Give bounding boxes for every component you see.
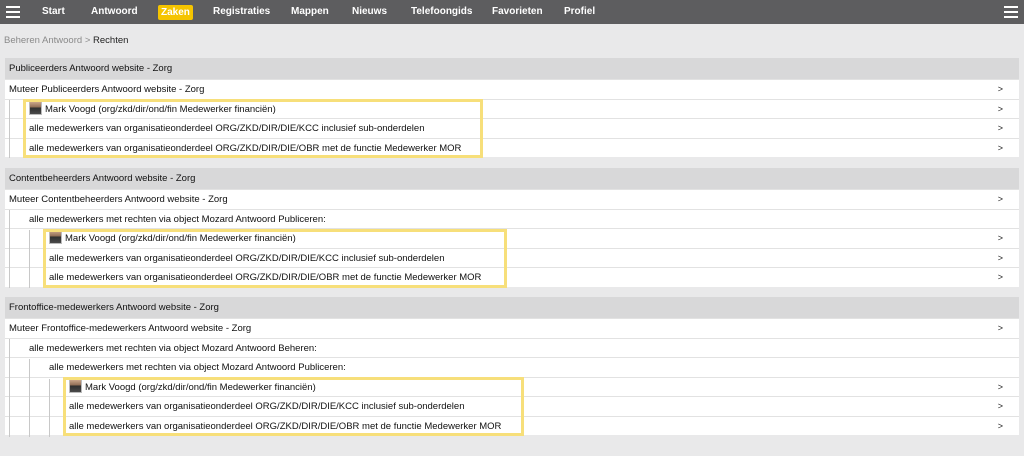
- person-row[interactable]: Mark Voogd (org/zkd/dir/ond/fin Medewerk…: [5, 228, 1019, 248]
- org-unit-kcc-row[interactable]: alle medewerkers van organisatieonderdee…: [5, 396, 1019, 416]
- mutate-label: Muteer Publiceerders Antwoord website - …: [9, 84, 205, 95]
- inherited-rights-publiceren-row: alle medewerkers met rechten via object …: [5, 357, 1019, 377]
- tree-guide-line: [29, 230, 30, 288]
- org-unit-obr-label: alle medewerkers van organisatieonderdee…: [69, 420, 502, 432]
- mutate-label: Muteer Frontoffice-medewerkers Antwoord …: [9, 323, 252, 334]
- mutate-label: Muteer Contentbeheerders Antwoord websit…: [9, 194, 228, 205]
- breadcrumb-parent-link[interactable]: Beheren Antwoord: [4, 35, 82, 46]
- chevron-right-icon: >: [997, 272, 1003, 282]
- person-label: Mark Voogd (org/zkd/dir/ond/fin Medewerk…: [65, 233, 296, 244]
- mutate-row[interactable]: Muteer Frontoffice-medewerkers Antwoord …: [5, 318, 1019, 338]
- breadcrumb: Beheren Antwoord > Rechten: [4, 35, 128, 46]
- tree-guide-line: [9, 100, 10, 158]
- user-menu-icon[interactable]: [1004, 6, 1018, 18]
- chevron-right-icon: >: [997, 194, 1003, 204]
- top-navigation-bar: Start Antwoord Zaken Registraties Mappen…: [0, 0, 1024, 24]
- nav-item-profiel[interactable]: Profiel: [564, 0, 595, 24]
- person-row[interactable]: Mark Voogd (org/zkd/dir/ond/fin Medewerk…: [5, 98, 1019, 119]
- chevron-right-icon: >: [997, 103, 1003, 114]
- inherited-rights-label: alle medewerkers met rechten via object …: [29, 342, 317, 354]
- section-frontoffice-medewerkers: Frontoffice-medewerkers Antwoord website…: [5, 297, 1019, 437]
- person-row[interactable]: Mark Voogd (org/zkd/dir/ond/fin Medewerk…: [5, 376, 1019, 397]
- mutate-row[interactable]: Muteer Publiceerders Antwoord website - …: [5, 79, 1019, 99]
- chevron-right-icon: >: [997, 84, 1003, 94]
- org-unit-obr-row[interactable]: alle medewerkers van organisatieonderdee…: [5, 267, 1019, 287]
- section-title: Publiceerders Antwoord website - Zorg: [5, 58, 1019, 79]
- chevron-right-icon: >: [997, 233, 1003, 243]
- chevron-right-icon: >: [997, 123, 1003, 133]
- tree-guide-line: [9, 339, 10, 437]
- section-title: Contentbeheerders Antwoord website - Zor…: [5, 168, 1019, 189]
- tree-guide-line: [49, 379, 50, 437]
- org-unit-obr-label: alle medewerkers van organisatieonderdee…: [29, 142, 462, 154]
- chevron-right-icon: >: [997, 381, 1003, 392]
- chevron-right-icon: >: [997, 323, 1003, 333]
- avatar: [29, 100, 42, 115]
- mutate-row[interactable]: Muteer Contentbeheerders Antwoord websit…: [5, 189, 1019, 209]
- tree-guide-line: [29, 359, 30, 437]
- avatar: [49, 230, 62, 244]
- nav-item-zaken[interactable]: Zaken: [158, 5, 193, 20]
- org-unit-obr-row[interactable]: alle medewerkers van organisatieonderdee…: [5, 137, 1019, 158]
- nav-item-mappen[interactable]: Mappen: [291, 0, 329, 24]
- inherited-rights-label: alle medewerkers met rechten via object …: [29, 213, 326, 225]
- section-contentbeheerders: Contentbeheerders Antwoord website - Zor…: [5, 168, 1019, 288]
- org-unit-kcc-row[interactable]: alle medewerkers van organisatieonderdee…: [5, 247, 1019, 268]
- chevron-right-icon: >: [997, 401, 1003, 411]
- chevron-right-icon: >: [997, 420, 1003, 431]
- chevron-right-icon: >: [997, 252, 1003, 263]
- section-publiceerders: Publiceerders Antwoord website - Zorg Mu…: [5, 58, 1019, 158]
- inherited-rights-row: alle medewerkers met rechten via object …: [5, 208, 1019, 229]
- nav-item-start[interactable]: Start: [42, 0, 65, 24]
- avatar: [69, 378, 82, 393]
- person-label: Mark Voogd (org/zkd/dir/ond/fin Medewerk…: [85, 381, 316, 393]
- breadcrumb-separator: >: [84, 35, 91, 46]
- nav-item-favorieten[interactable]: Favorieten: [492, 0, 543, 24]
- inherited-rights-label: alle medewerkers met rechten via object …: [49, 362, 346, 373]
- inherited-rights-beheren-row: alle medewerkers met rechten via object …: [5, 337, 1019, 358]
- nav-item-registraties[interactable]: Registraties: [213, 0, 270, 24]
- breadcrumb-current: Rechten: [93, 35, 129, 46]
- chevron-right-icon: >: [997, 142, 1003, 153]
- org-unit-kcc-label: alle medewerkers van organisatieonderdee…: [69, 401, 465, 412]
- org-unit-obr-label: alle medewerkers van organisatieonderdee…: [49, 272, 482, 283]
- org-unit-kcc-label: alle medewerkers van organisatieonderdee…: [49, 252, 445, 264]
- person-label: Mark Voogd (org/zkd/dir/ond/fin Medewerk…: [45, 103, 276, 115]
- org-unit-kcc-row[interactable]: alle medewerkers van organisatieonderdee…: [5, 118, 1019, 138]
- menu-icon[interactable]: [6, 6, 20, 18]
- org-unit-obr-row[interactable]: alle medewerkers van organisatieonderdee…: [5, 415, 1019, 436]
- tree-guide-line: [9, 210, 10, 288]
- nav-item-antwoord[interactable]: Antwoord: [91, 0, 138, 24]
- nav-item-telefoongids[interactable]: Telefoongids: [411, 0, 472, 24]
- org-unit-kcc-label: alle medewerkers van organisatieonderdee…: [29, 123, 425, 134]
- nav-item-nieuws[interactable]: Nieuws: [352, 0, 387, 24]
- section-title: Frontoffice-medewerkers Antwoord website…: [5, 297, 1019, 318]
